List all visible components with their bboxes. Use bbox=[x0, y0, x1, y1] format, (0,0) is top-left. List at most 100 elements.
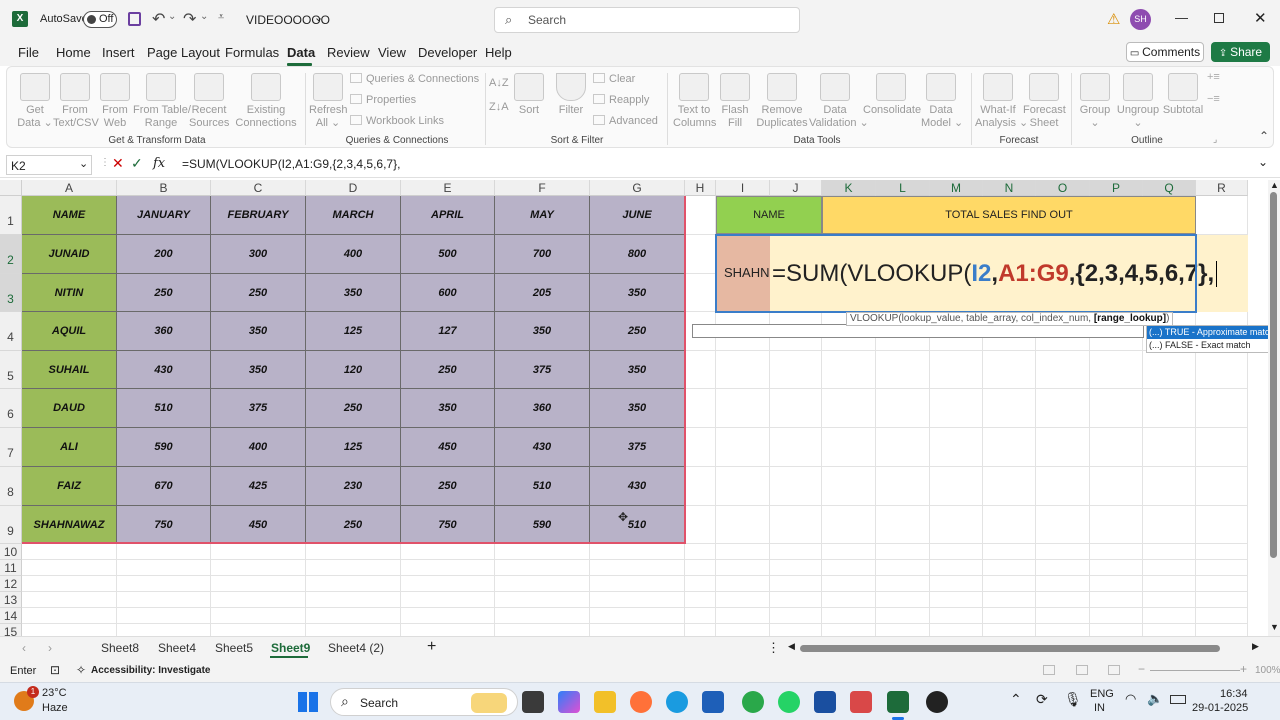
grid-cell[interactable] bbox=[685, 467, 716, 506]
grid-cell[interactable] bbox=[822, 351, 876, 389]
grid-cell[interactable] bbox=[1036, 624, 1090, 636]
column-header[interactable]: Q bbox=[1143, 180, 1196, 196]
row-header[interactable]: 2 bbox=[0, 235, 22, 274]
sort-az-icon[interactable]: A↓Z bbox=[489, 77, 509, 89]
microphone-icon[interactable]: 🎙 bbox=[1064, 691, 1082, 708]
select-all-corner[interactable] bbox=[0, 180, 22, 196]
grid-cell[interactable] bbox=[401, 576, 495, 592]
grid-cell[interactable] bbox=[770, 544, 822, 560]
column-header[interactable]: H bbox=[685, 180, 716, 196]
undo-dropdown-icon[interactable]: ⌄ bbox=[168, 11, 176, 22]
file-explorer-icon[interactable] bbox=[594, 691, 616, 713]
grid-cell[interactable] bbox=[685, 274, 716, 312]
grid-cell[interactable] bbox=[930, 608, 983, 624]
column-header[interactable]: B bbox=[117, 180, 211, 196]
sales-cell[interactable]: 430 bbox=[117, 351, 211, 389]
name-cell[interactable]: SHAHNAWAZ bbox=[22, 506, 117, 544]
grid-cell[interactable] bbox=[117, 544, 211, 560]
video-editor-icon[interactable] bbox=[814, 691, 836, 713]
grid-cell[interactable] bbox=[1196, 592, 1248, 608]
formula-edit-cell[interactable]: =SUM(VLOOKUP(I2, A1:G9 ,{2,3,4,5,6,7}, bbox=[770, 235, 1248, 312]
menu-data[interactable]: Data bbox=[287, 45, 315, 60]
row-header[interactable]: 11 bbox=[0, 560, 22, 576]
column-header[interactable]: P bbox=[1090, 180, 1143, 196]
grid-cell[interactable] bbox=[1196, 196, 1248, 235]
sales-cell[interactable]: 125 bbox=[306, 428, 401, 467]
grid-cell[interactable] bbox=[1090, 506, 1143, 544]
grid-cell[interactable] bbox=[1090, 576, 1143, 592]
column-header[interactable]: D bbox=[306, 180, 401, 196]
row-header[interactable]: 13 bbox=[0, 592, 22, 608]
grid-cell[interactable] bbox=[1143, 389, 1196, 428]
grid-cell[interactable] bbox=[685, 351, 716, 389]
edge-icon[interactable] bbox=[666, 691, 688, 713]
sales-cell[interactable]: 430 bbox=[590, 467, 685, 506]
grid-cell[interactable] bbox=[1196, 428, 1248, 467]
grid-cell[interactable] bbox=[495, 608, 590, 624]
grid-cell[interactable] bbox=[1090, 428, 1143, 467]
grid-cell[interactable] bbox=[1036, 351, 1090, 389]
table-header-cell[interactable]: JUNE bbox=[590, 196, 685, 235]
filter-button[interactable]: Filter bbox=[553, 73, 589, 117]
grid-cell[interactable] bbox=[495, 560, 590, 576]
sales-cell[interactable]: 425 bbox=[211, 467, 306, 506]
normal-view-icon[interactable] bbox=[1043, 665, 1055, 675]
language-secondary[interactable]: IN bbox=[1094, 702, 1105, 714]
grid-cell[interactable] bbox=[685, 592, 716, 608]
scroll-right-icon[interactable]: ▶ bbox=[1252, 641, 1259, 652]
scroll-thumb[interactable] bbox=[1270, 192, 1277, 558]
reapply-button[interactable]: Reapply bbox=[593, 94, 649, 106]
sales-cell[interactable]: 200 bbox=[117, 235, 211, 274]
grid-cell[interactable] bbox=[983, 467, 1036, 506]
sales-cell[interactable]: 350 bbox=[495, 312, 590, 351]
grid-cell[interactable] bbox=[22, 544, 117, 560]
grid-cell[interactable] bbox=[1143, 560, 1196, 576]
tray-sync-icon[interactable]: ⟳ bbox=[1036, 691, 1048, 708]
grid-cell[interactable] bbox=[401, 544, 495, 560]
forecast-sheet-button[interactable]: Forecast Sheet bbox=[1023, 73, 1066, 130]
grid-cell[interactable] bbox=[117, 608, 211, 624]
sales-cell[interactable]: 230 bbox=[306, 467, 401, 506]
sales-cell[interactable]: 800 bbox=[590, 235, 685, 274]
sales-cell[interactable]: 250 bbox=[401, 351, 495, 389]
grid-cell[interactable] bbox=[876, 351, 930, 389]
column-header[interactable]: R bbox=[1196, 180, 1248, 196]
sales-cell[interactable]: 600 bbox=[401, 274, 495, 312]
prev-sheet-icon[interactable]: ‹ bbox=[22, 641, 26, 655]
close-icon[interactable]: ✕ bbox=[1254, 9, 1267, 27]
grid-cell[interactable] bbox=[306, 560, 401, 576]
grid-cell[interactable] bbox=[495, 592, 590, 608]
sales-cell[interactable]: 125 bbox=[306, 312, 401, 351]
grid-cell[interactable] bbox=[876, 592, 930, 608]
column-header[interactable]: A bbox=[22, 180, 117, 196]
grid-cell[interactable] bbox=[876, 624, 930, 636]
name-cell[interactable]: SUHAIL bbox=[22, 351, 117, 389]
grid-cell[interactable] bbox=[716, 428, 770, 467]
text-to-columns-button[interactable]: Text to Columns bbox=[673, 73, 716, 130]
sales-cell[interactable]: 300 bbox=[211, 235, 306, 274]
sales-cell[interactable]: 450 bbox=[401, 428, 495, 467]
column-header[interactable]: L bbox=[876, 180, 930, 196]
row-header[interactable]: 6 bbox=[0, 389, 22, 428]
grid-cell[interactable] bbox=[117, 592, 211, 608]
sales-cell[interactable]: 400 bbox=[306, 235, 401, 274]
sort-button[interactable]: Sort bbox=[511, 73, 547, 117]
consolidate-button[interactable]: Consolidate bbox=[863, 73, 921, 117]
sales-cell[interactable]: 250 bbox=[401, 467, 495, 506]
grid-cell[interactable] bbox=[822, 506, 876, 544]
column-header[interactable]: F bbox=[495, 180, 590, 196]
grid-cell[interactable] bbox=[716, 576, 770, 592]
name-cell[interactable]: JUNAID bbox=[22, 235, 117, 274]
sales-cell[interactable]: 375 bbox=[211, 389, 306, 428]
search-box[interactable]: ⌕ Search bbox=[494, 7, 800, 33]
collapse-ribbon-icon[interactable]: ⌃ bbox=[1259, 129, 1269, 143]
sales-cell[interactable]: 590 bbox=[117, 428, 211, 467]
grid-cell[interactable] bbox=[1036, 576, 1090, 592]
properties-button[interactable]: Properties bbox=[350, 94, 416, 106]
grid-cell[interactable] bbox=[930, 560, 983, 576]
sales-cell[interactable]: 510 bbox=[117, 389, 211, 428]
grid-cell[interactable] bbox=[1036, 592, 1090, 608]
sales-cell[interactable]: 750 bbox=[401, 506, 495, 544]
sales-cell[interactable]: 127 bbox=[401, 312, 495, 351]
grid-cell[interactable] bbox=[1143, 428, 1196, 467]
